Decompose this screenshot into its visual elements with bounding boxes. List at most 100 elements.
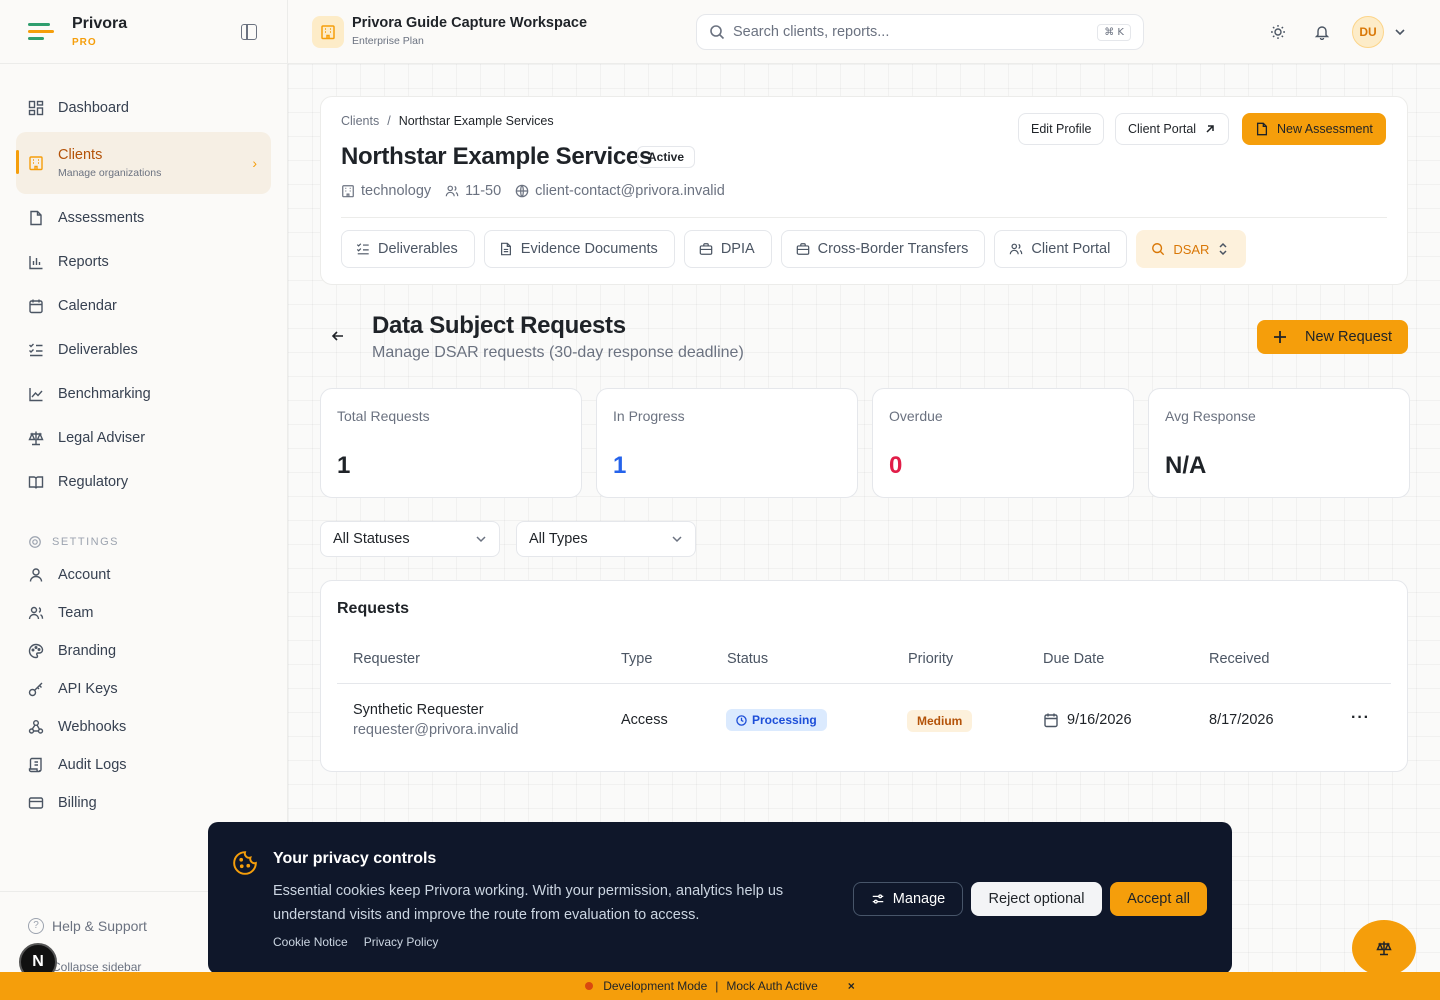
sidebar-item-label: Dashboard (58, 100, 129, 116)
tab-label: DSAR (1173, 241, 1210, 257)
sidebar-item-assessments[interactable]: Assessments (16, 196, 271, 240)
checklist-icon (356, 243, 369, 255)
request-type: Access (621, 712, 668, 728)
sidebar-item-dashboard[interactable]: Dashboard (16, 86, 271, 130)
search-shortcut: ⌘ K (1097, 23, 1131, 41)
tab-deliverables[interactable]: Deliverables (341, 230, 475, 268)
client-name: Northstar Example Services (341, 143, 653, 170)
tab-label: Evidence Documents (520, 241, 658, 257)
client-email-text: client-contact@privora.invalid (535, 183, 725, 199)
sidebar-toggle-icon[interactable] (241, 24, 257, 40)
search-icon (1152, 243, 1165, 256)
privacy-policy-link[interactable]: Privacy Policy (364, 935, 439, 949)
tab-label: Client Portal (1031, 241, 1111, 257)
tab-cross-border-transfers[interactable]: Cross-Border Transfers (780, 230, 986, 268)
sidebar-item-label: Webhooks (58, 719, 127, 735)
client-portal-button[interactable]: Client Portal (1115, 113, 1230, 145)
sidebar-item-label: Reports (58, 254, 109, 270)
gear-icon (28, 535, 42, 549)
brand-header: Privora PRO (0, 0, 287, 64)
sidebar-item-regulatory[interactable]: Regulatory (16, 460, 271, 504)
more-actions-icon[interactable]: ··· (1351, 709, 1370, 727)
cookie-icon (232, 850, 258, 876)
sidebar-item-benchmarking[interactable]: Benchmarking (16, 372, 271, 416)
tab-dpia[interactable]: DPIA (683, 230, 772, 268)
sidebar-item-webhooks[interactable]: Webhooks (16, 708, 271, 746)
theme-toggle-sun-icon[interactable] (1268, 22, 1288, 42)
edit-profile-button[interactable]: Edit Profile (1018, 113, 1105, 145)
status-badge: Processing (726, 709, 827, 731)
type-filter-select[interactable]: All Types (516, 521, 696, 557)
manage-label: Manage (892, 891, 946, 907)
dev-mode-label: Development Mode (603, 979, 708, 993)
tab-evidence-documents[interactable]: Evidence Documents (483, 230, 675, 268)
user-icon (28, 567, 44, 583)
users-icon (445, 185, 459, 197)
credit-card-icon (28, 795, 44, 811)
notifications-bell-icon[interactable] (1312, 22, 1332, 42)
accept-all-button[interactable]: Accept all (1110, 882, 1207, 916)
reject-optional-button[interactable]: Reject optional (971, 882, 1102, 916)
manage-cookies-button[interactable]: Manage (853, 882, 963, 916)
stat-overdue: Overdue 0 (872, 388, 1134, 498)
sidebar-item-deliverables[interactable]: Deliverables (16, 328, 271, 372)
tab-dsar-select[interactable]: DSAR (1136, 230, 1247, 268)
document-icon (500, 242, 511, 256)
briefcase-icon (699, 243, 713, 255)
stat-value: N/A (1165, 452, 1207, 479)
chevron-down-icon[interactable] (1394, 22, 1406, 42)
new-assessment-label: New Assessment (1277, 122, 1373, 136)
breadcrumb-clients-link[interactable]: Clients (341, 114, 379, 128)
back-arrow-icon[interactable] (330, 328, 346, 344)
sidebar-item-clients[interactable]: Clients Manage organizations › (16, 132, 271, 194)
new-request-button[interactable]: New Request (1257, 320, 1408, 354)
stat-in-progress: In Progress 1 (596, 388, 858, 498)
plus-icon (1274, 331, 1286, 343)
user-avatar[interactable]: DU (1352, 16, 1384, 48)
document-icon (28, 210, 44, 226)
sidebar-item-calendar[interactable]: Calendar (16, 284, 271, 328)
edit-profile-label: Edit Profile (1031, 122, 1092, 136)
webhook-icon (28, 719, 44, 735)
client-meta: technology 11-50 client-contact@privora.… (341, 183, 725, 199)
sidebar-item-billing[interactable]: Billing (16, 784, 271, 822)
client-industry-text: technology (361, 183, 432, 199)
global-search[interactable]: ⌘ K (696, 14, 1144, 50)
sidebar-item-reports[interactable]: Reports (16, 240, 271, 284)
status-dot-icon (585, 982, 594, 990)
tab-client-portal[interactable]: Client Portal (994, 230, 1128, 268)
scroll-icon (28, 757, 44, 773)
sidebar-item-team[interactable]: Team (16, 594, 271, 632)
column-header: Priority (908, 651, 954, 667)
client-email: client-contact@privora.invalid (515, 183, 725, 199)
chevron-down-icon (476, 536, 486, 543)
stat-value: 1 (337, 452, 351, 479)
building-icon (342, 185, 354, 198)
search-input[interactable] (733, 24, 1098, 40)
column-header: Received (1209, 651, 1270, 667)
sidebar-item-branding[interactable]: Branding (16, 632, 271, 670)
sidebar-item-api-keys[interactable]: API Keys (16, 670, 271, 708)
sidebar-item-label: Deliverables (58, 342, 138, 358)
new-assessment-button[interactable]: New Assessment (1242, 113, 1386, 145)
client-industry: technology (341, 183, 431, 199)
sliders-icon (872, 894, 884, 904)
cookie-notice-link[interactable]: Cookie Notice (273, 935, 348, 949)
sidebar-item-legal-adviser[interactable]: Legal Adviser (16, 416, 271, 460)
users-icon (28, 605, 44, 621)
sidebar-item-account[interactable]: Account (16, 556, 271, 594)
sidebar-item-audit-logs[interactable]: Audit Logs (16, 746, 271, 784)
status-filter-select[interactable]: All Statuses (320, 521, 500, 557)
close-icon[interactable]: × (848, 979, 855, 993)
legal-adviser-fab[interactable] (1352, 920, 1416, 976)
client-header-card: Clients / Northstar Example Services Nor… (320, 96, 1408, 285)
settings-section-label: SETTINGS (16, 528, 271, 556)
client-size: 11-50 (445, 183, 501, 199)
page-title: Data Subject Requests (372, 312, 626, 339)
due-date: 9/16/2026 (1067, 712, 1132, 728)
type-filter-value: All Types (529, 531, 588, 547)
workspace-title[interactable]: Privora Guide Capture Workspace (352, 15, 587, 31)
book-icon (28, 474, 44, 490)
requester-name: Synthetic Requester (353, 702, 484, 718)
priority-badge: Medium (907, 710, 973, 732)
